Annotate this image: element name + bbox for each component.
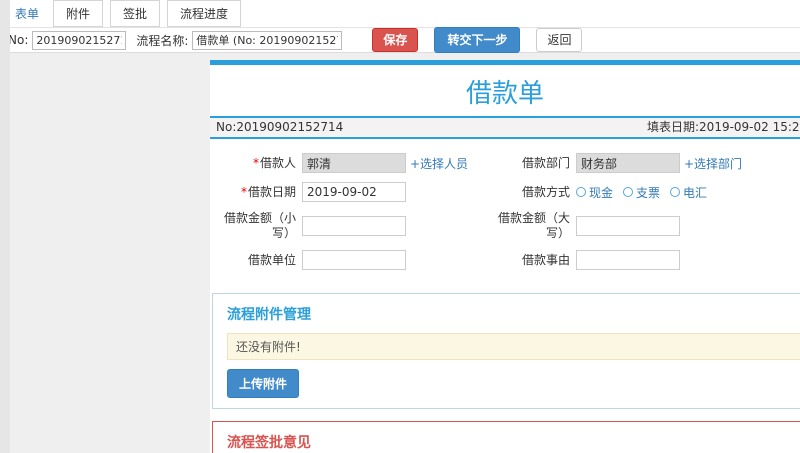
tab-signoff[interactable]: 签批 [110,0,161,27]
form-row-3: 借款金额（小写） 借款金额（大写） [216,211,800,241]
borrow-date-field [302,182,498,202]
approval-section: 流程签批意见 B I abc A « » ” 样式▼ [212,421,800,453]
amount-lower-input[interactable] [302,216,406,236]
radio-icon [623,187,634,197]
unit-input[interactable] [302,250,406,270]
dept-input[interactable] [576,153,680,173]
form-fields: *借款人 +选择人员 借款部门 +选择部门 *借款日期 借款方式 [210,139,800,281]
amount-lower-field [302,216,498,236]
no-attachment-message: 还没有附件! [227,333,800,360]
dept-label: 借款部门 [498,156,576,171]
tab-form[interactable]: 表单 [14,0,47,27]
reason-label: 借款事由 [498,253,576,268]
dept-field: +选择部门 [576,153,790,173]
borrower-field: +选择人员 [302,153,498,173]
no-input[interactable] [32,30,127,50]
tab-bar: 表单 附件 签批 流程进度 [0,0,800,28]
unit-label-text: 借款单位 [247,252,296,267]
loan-form-panel: 借款单 No:20190902152714 填表日期:2019-09-02 15… [210,60,800,453]
radio-cash-label: 现金 [589,185,614,200]
form-row-1: *借款人 +选择人员 借款部门 +选择部门 [216,153,800,173]
method-radio-group: 现金 支票 电汇 [576,184,707,201]
dept-label-text: 借款部门 [521,155,570,170]
info-bar: No:20190902152714 填表日期:2019-09-02 15:27:… [210,116,800,139]
radio-wire-label: 电汇 [683,185,708,200]
amount-upper-label: 借款金额（大写） [498,211,576,241]
form-fill-date: 填表日期:2019-09-02 15:27:17 [647,120,800,134]
reason-label-text: 借款事由 [521,252,570,267]
form-row-4: 借款单位 借款事由 [216,250,800,270]
borrower-label: *借款人 [216,156,302,171]
unit-field [302,250,498,270]
form-title: 借款单 [465,79,544,109]
amount-upper-label-text: 借款金额（大写） [498,211,571,240]
attachments-section: 流程附件管理 还没有附件! 上传附件 [212,293,800,409]
radio-icon [670,187,681,197]
next-step-button[interactable]: 转交下一步 [434,27,521,53]
borrow-date-label: *借款日期 [216,185,302,200]
borrow-date-input[interactable] [302,182,406,202]
amount-upper-input[interactable] [576,216,680,236]
radio-check[interactable]: 支票 [623,184,660,201]
process-name-label: 流程名称: [136,33,189,48]
radio-check-label: 支票 [636,185,661,200]
select-person-link[interactable]: +选择人员 [410,155,468,172]
method-field: 现金 支票 电汇 [576,184,790,201]
method-label: 借款方式 [498,185,576,200]
back-button[interactable]: 返回 [536,28,583,52]
upload-attachment-button[interactable]: 上传附件 [227,369,300,398]
borrower-input[interactable] [302,153,406,173]
required-mark: * [252,155,259,170]
attachments-title: 流程附件管理 [227,307,311,323]
approval-title: 流程签批意见 [227,435,311,451]
reason-field [576,250,790,270]
app-window: 表单 附件 签批 流程进度 No: 流程名称: 保存 转交下一步 返回 借款单 … [0,0,800,453]
required-mark: * [240,184,247,199]
no-label: No: [8,33,29,47]
borrower-label-text: 借款人 [259,155,296,170]
unit-label: 借款单位 [216,253,302,268]
radio-wire[interactable]: 电汇 [670,184,707,201]
reason-input[interactable] [576,250,680,270]
form-number: No:20190902152714 [216,120,344,134]
form-row-2: *借款日期 借款方式 现金 支票 电汇 [216,182,800,202]
process-name-input[interactable] [192,30,343,50]
tab-progress[interactable]: 流程进度 [167,0,242,27]
save-button[interactable]: 保存 [372,28,419,52]
left-rail [0,0,10,453]
amount-lower-label: 借款金额（小写） [216,211,302,241]
action-toolbar: No: 流程名称: 保存 转交下一步 返回 [0,27,800,53]
amount-upper-field [576,216,790,236]
amount-lower-label-text: 借款金额（小写） [223,211,296,240]
radio-icon [576,187,586,197]
method-label-text: 借款方式 [521,184,570,199]
tab-attachments[interactable]: 附件 [53,0,104,27]
select-dept-link[interactable]: +选择部门 [684,155,742,172]
borrow-date-label-text: 借款日期 [247,184,296,199]
radio-cash[interactable]: 现金 [576,184,613,201]
